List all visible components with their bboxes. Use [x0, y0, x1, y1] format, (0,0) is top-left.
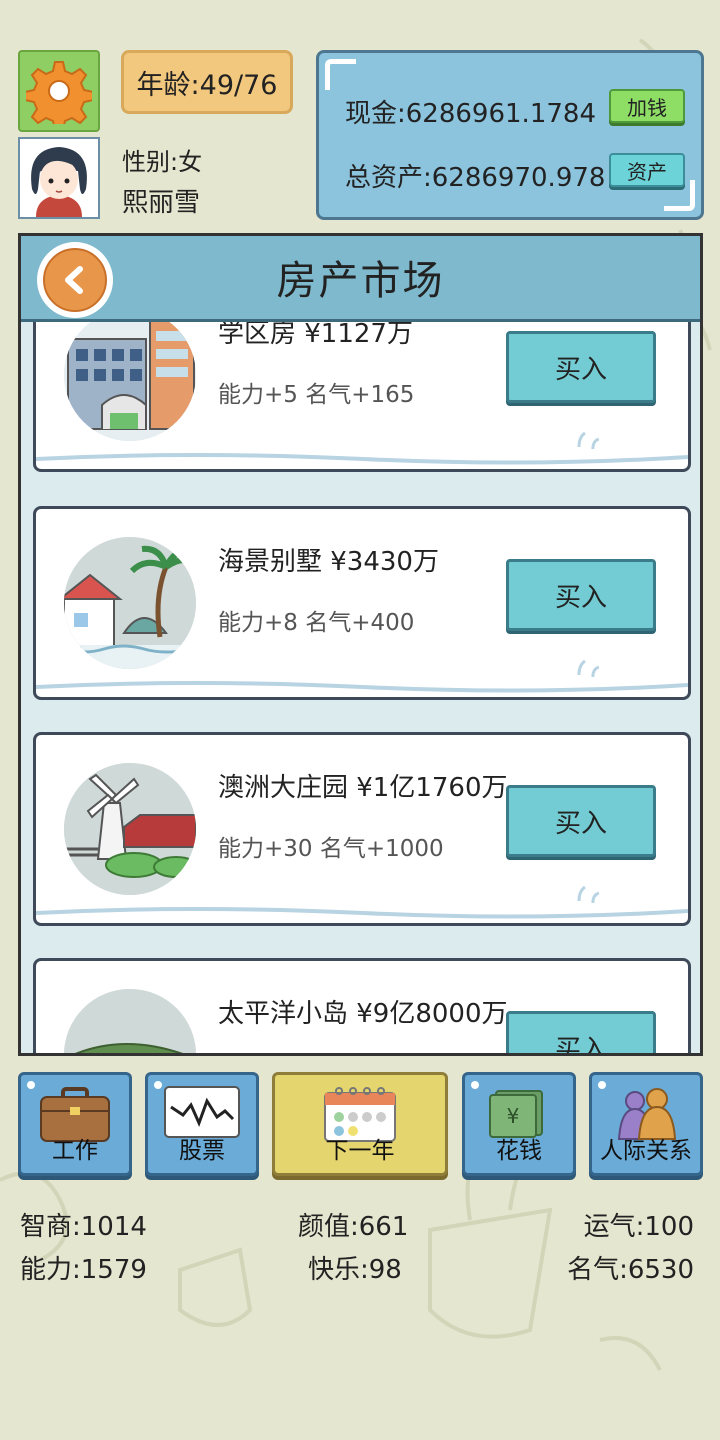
- avatar[interactable]: [18, 137, 100, 219]
- buy-button[interactable]: 买入: [506, 559, 656, 631]
- age-badge: 年龄:49/76: [121, 50, 293, 114]
- property-list[interactable]: 学区房 ¥1127万 能力+5 名气+165 买入 海景别墅 ¥3430万 能力…: [21, 322, 700, 1053]
- market-title: 房产市场: [276, 258, 445, 304]
- property-name: 澳洲大庄园 ¥1亿1760万: [218, 773, 508, 803]
- relationships-button[interactable]: 人际关系: [589, 1072, 703, 1176]
- wave-decoration: [36, 659, 688, 693]
- spend-money-button[interactable]: ¥ 花钱: [462, 1072, 576, 1176]
- beach-villa-icon: [64, 537, 196, 669]
- next-year-button[interactable]: 下一年: [272, 1072, 448, 1176]
- property-stats: 能力+30 名气+1000: [218, 836, 444, 862]
- property-stats: 能力+5 名气+165: [218, 382, 415, 408]
- buy-button[interactable]: 买入: [506, 785, 656, 857]
- market-header: 房产市场: [21, 236, 700, 322]
- real-estate-market-panel: 房产市场 学区房 ¥1127万 能力+5 名气+165 买入 海景别墅 ¥343…: [18, 233, 703, 1056]
- property-card: 太平洋小岛 ¥9亿8000万 买入: [33, 958, 691, 1053]
- ability-stat: 能力:1579: [20, 1255, 147, 1285]
- work-button[interactable]: 工作: [18, 1072, 132, 1176]
- windmill-farm-icon: [64, 763, 196, 895]
- property-card: 澳洲大庄园 ¥1亿1760万 能力+30 名气+1000 买入: [33, 732, 691, 926]
- property-name: 海景别墅 ¥3430万: [218, 547, 439, 577]
- finance-panel: 现金:6286961.1784 总资产:6286970.978 加钱 资产: [316, 50, 704, 220]
- buy-button[interactable]: 买入: [506, 331, 656, 403]
- character-name: 熙丽雪: [122, 188, 201, 218]
- luck-stat: 运气:100: [583, 1212, 694, 1242]
- work-label: 工作: [52, 1138, 98, 1164]
- settings-button[interactable]: [18, 50, 100, 132]
- wave-decoration: [36, 885, 688, 919]
- cash-value: 6286961.1784: [405, 99, 596, 129]
- cash-label: 现金:: [345, 99, 406, 129]
- property-card: 学区房 ¥1127万 能力+5 名气+165 买入: [33, 322, 691, 472]
- wave-decoration: [36, 431, 688, 465]
- stocks-label: 股票: [179, 1138, 225, 1164]
- school-building-icon: [64, 322, 196, 441]
- total-assets-value: 6286970.978: [431, 163, 606, 193]
- buy-button[interactable]: 买入: [506, 1011, 656, 1053]
- spend-money-label: 花钱: [496, 1138, 542, 1164]
- happiness-stat: 快乐:98: [308, 1255, 402, 1285]
- iq-stat: 智商:1014: [20, 1212, 147, 1242]
- add-money-button[interactable]: 加钱: [609, 89, 685, 123]
- total-assets-label: 总资产:: [345, 163, 432, 193]
- property-stats: 能力+8 名气+400: [218, 610, 415, 636]
- property-card: 海景别墅 ¥3430万 能力+8 名气+400 买入: [33, 506, 691, 700]
- girl-avatar-icon: [20, 139, 98, 217]
- property-name: 太平洋小岛 ¥9亿8000万: [218, 999, 508, 1029]
- relationships-label: 人际关系: [600, 1138, 692, 1164]
- next-year-label: 下一年: [325, 1138, 395, 1164]
- looks-stat: 颜值:661: [298, 1212, 409, 1242]
- svg-text:¥: ¥: [507, 1104, 520, 1128]
- property-name: 学区房 ¥1127万: [218, 322, 413, 349]
- island-icon: [64, 989, 196, 1053]
- corner-decoration: [325, 59, 356, 90]
- fame-stat: 名气:6530: [567, 1255, 694, 1285]
- assets-button[interactable]: 资产: [609, 153, 685, 187]
- stocks-button[interactable]: 股票: [145, 1072, 259, 1176]
- gear-icon: [26, 61, 92, 124]
- gender-label: 性别:女: [122, 148, 203, 176]
